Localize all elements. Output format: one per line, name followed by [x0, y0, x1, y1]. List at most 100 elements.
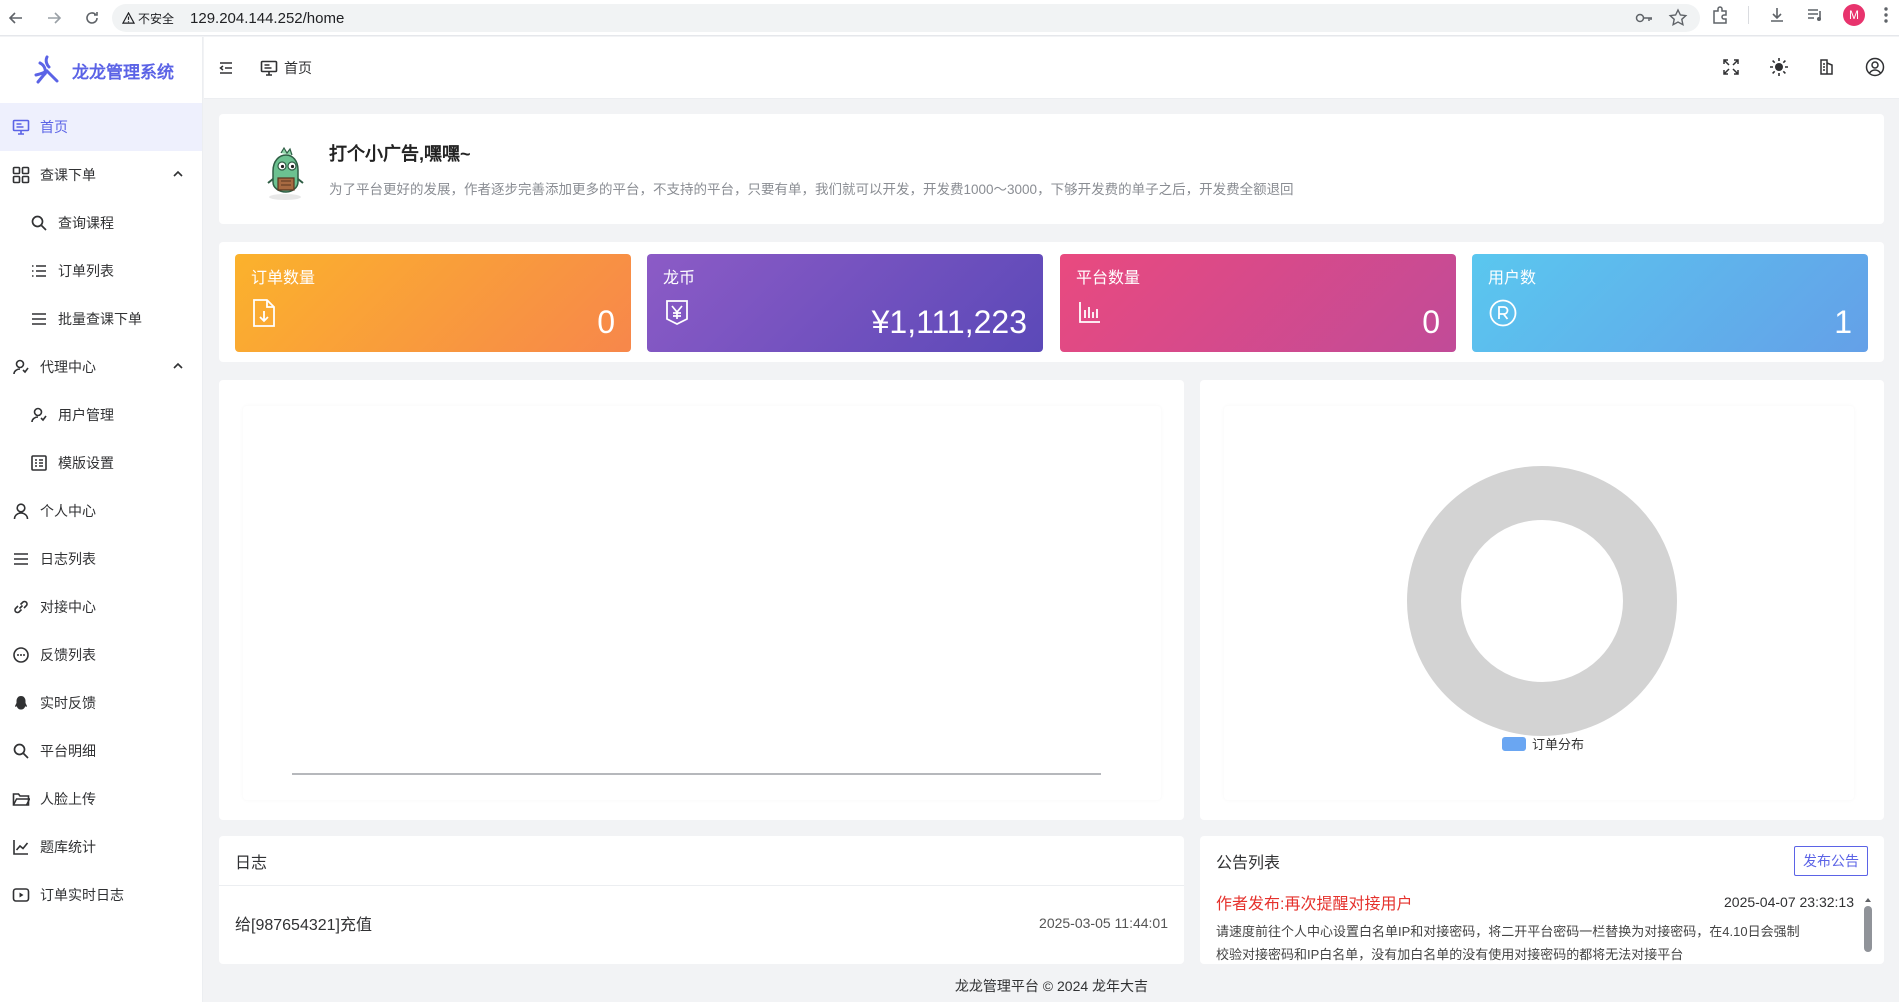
- sidebar-item-batch-order[interactable]: 批量查课下单: [0, 295, 202, 343]
- notice-item[interactable]: 作者发布:再次提醒对接用户 2025-04-07 23:32:13 请速度前往个…: [1200, 886, 1884, 964]
- notice-card: 公告列表 发布公告 作者发布:再次提醒对接用户 2025-04-07 23:32…: [1200, 836, 1884, 964]
- user-group-icon: [12, 358, 30, 376]
- stat-label: 龙币: [663, 270, 696, 287]
- log-entry: 给[987654321]充值 2025-03-05 11:44:01: [219, 886, 1184, 960]
- bar-chart-icon: [1079, 302, 1100, 323]
- notice-scrollbar[interactable]: [1864, 896, 1872, 952]
- chevron-up-icon: [173, 170, 183, 177]
- layout-settings-icon[interactable]: [1817, 57, 1837, 77]
- sidebar-item-platform-details[interactable]: 平台明细: [0, 727, 202, 775]
- bookmark-star-icon[interactable]: [1668, 8, 1688, 28]
- notice-card-title: 公告列表: [1216, 855, 1281, 872]
- user-avatar-icon[interactable]: [1865, 57, 1885, 77]
- sidebar-item-label: 批量查课下单: [58, 311, 142, 327]
- stat-card-coins[interactable]: 龙币 ¥1,111,223: [647, 254, 1043, 352]
- sidebar-item-course-order[interactable]: 查课下单: [0, 151, 202, 199]
- stat-card-platforms[interactable]: 平台数量 0: [1060, 254, 1456, 352]
- sidebar-item-label: 订单实时日志: [40, 887, 124, 903]
- sidebar-item-agent-center[interactable]: 代理中心: [0, 343, 202, 391]
- publish-notice-button[interactable]: 发布公告: [1794, 846, 1868, 876]
- sidebar-item-integration-center[interactable]: 对接中心: [0, 583, 202, 631]
- line-chart-icon: [12, 838, 30, 856]
- extensions-icon[interactable]: [1710, 5, 1730, 25]
- warning-icon: [122, 11, 135, 24]
- sidebar-item-label: 实时反馈: [40, 695, 96, 711]
- logo-icon: [34, 55, 59, 84]
- stat-label: 订单数量: [251, 270, 316, 287]
- menu-lines-icon: [30, 310, 48, 328]
- forward-icon[interactable]: [40, 4, 68, 32]
- scroll-up-icon[interactable]: [1864, 896, 1872, 904]
- theme-sun-icon[interactable]: [1769, 57, 1789, 77]
- sidebar-item-label: 用户管理: [58, 407, 114, 423]
- stats-panel: 订单数量 0 龙币 ¥1,111,223 平台数量 0 用户数 1: [219, 242, 1884, 362]
- legend-label[interactable]: 订单分布: [1532, 737, 1584, 752]
- sidebar-item-label: 日志列表: [40, 551, 96, 567]
- app-logo[interactable]: 龙龙管理系统: [0, 37, 202, 103]
- sidebar-item-template-settings[interactable]: 模版设置: [0, 439, 202, 487]
- sidebar-item-label: 查课下单: [40, 167, 96, 183]
- collapse-sidebar-icon[interactable]: [218, 60, 234, 76]
- notice-body-line: 请速度前往个人中心设置白名单IP和对接密码，将二开平台密码一栏替换为对接密码，在…: [1216, 924, 1800, 939]
- dinosaur-mascot-image: [267, 146, 304, 200]
- logo-text: 龙龙管理系统: [72, 62, 174, 82]
- sidebar-item-label: 平台明细: [40, 743, 96, 759]
- stat-card-users[interactable]: 用户数 1: [1472, 254, 1868, 352]
- breadcrumb: 首页: [260, 58, 312, 78]
- security-indicator[interactable]: 不安全: [122, 10, 174, 27]
- registered-icon: [1489, 299, 1517, 327]
- sidebar-item-label: 代理中心: [40, 359, 96, 375]
- log-card: 日志 给[987654321]充值 2025-03-05 11:44:01: [219, 836, 1184, 964]
- play-icon: [12, 886, 30, 904]
- line-chart-svg: [292, 773, 1101, 775]
- sidebar-item-label: 查询课程: [58, 215, 114, 231]
- monitor-icon: [260, 60, 278, 76]
- back-icon[interactable]: [2, 4, 30, 32]
- profile-avatar[interactable]: M: [1843, 4, 1865, 26]
- sidebar-item-realtime-feedback[interactable]: 实时反馈: [0, 679, 202, 727]
- sidebar-item-label: 对接中心: [40, 599, 96, 615]
- media-queue-icon[interactable]: [1805, 5, 1825, 25]
- chevron-up-icon: [173, 362, 183, 369]
- donut-chart-svg: 订单分布: [1407, 466, 1677, 752]
- link-icon: [12, 598, 30, 616]
- sidebar-item-label: 个人中心: [40, 503, 96, 519]
- stat-label: 平台数量: [1076, 270, 1141, 287]
- sidebar-item-question-stats[interactable]: 题库统计: [0, 823, 202, 871]
- sidebar-item-query-course[interactable]: 查询课程: [0, 199, 202, 247]
- sidebar-item-order-realtime-log[interactable]: 订单实时日志: [0, 871, 202, 919]
- menu-lines-icon: [12, 550, 30, 568]
- sidebar-item-face-upload[interactable]: 人脸上传: [0, 775, 202, 823]
- legend-swatch[interactable]: [1502, 737, 1526, 751]
- sidebar-item-feedback-list[interactable]: 反馈列表: [0, 631, 202, 679]
- sidebar-item-order-list[interactable]: 订单列表: [0, 247, 202, 295]
- log-entry-text: 给[987654321]充值: [235, 917, 372, 934]
- stat-value: 0: [1422, 304, 1440, 340]
- security-label: 不安全: [138, 11, 175, 26]
- donut-ring[interactable]: [1407, 466, 1677, 736]
- scrollbar-thumb[interactable]: [1864, 906, 1872, 952]
- address-bar[interactable]: 不安全 129.204.144.252/home: [112, 4, 1700, 32]
- stat-card-orders[interactable]: 订单数量 0: [235, 254, 631, 352]
- qq-icon: [12, 694, 30, 712]
- url-text[interactable]: 129.204.144.252/home: [190, 10, 344, 27]
- sidebar-item-label: 题库统计: [40, 839, 96, 855]
- sidebar-item-label: 反馈列表: [40, 647, 96, 663]
- sidebar-item-user-manage[interactable]: 用户管理: [0, 391, 202, 439]
- sidebar-item-log-list[interactable]: 日志列表: [0, 535, 202, 583]
- search-icon: [30, 214, 48, 232]
- fullscreen-icon[interactable]: [1721, 57, 1741, 77]
- more-vert-icon[interactable]: [1883, 5, 1889, 25]
- reload-icon[interactable]: [78, 4, 106, 32]
- sidebar-item-personal-center[interactable]: 个人中心: [0, 487, 202, 535]
- log-card-title: 日志: [219, 836, 1184, 886]
- breadcrumb-current[interactable]: 首页: [284, 58, 312, 78]
- log-entry-time: 2025-03-05 11:44:01: [1039, 915, 1168, 931]
- browser-toolbar: 不安全 129.204.144.252/home M: [0, 0, 1899, 36]
- password-key-icon[interactable]: [1634, 8, 1654, 28]
- chat-icon: [12, 646, 30, 664]
- file-download-icon: [253, 299, 275, 327]
- download-icon[interactable]: [1767, 5, 1787, 25]
- list-icon: [30, 262, 48, 280]
- sidebar-item-home[interactable]: 首页: [0, 103, 202, 151]
